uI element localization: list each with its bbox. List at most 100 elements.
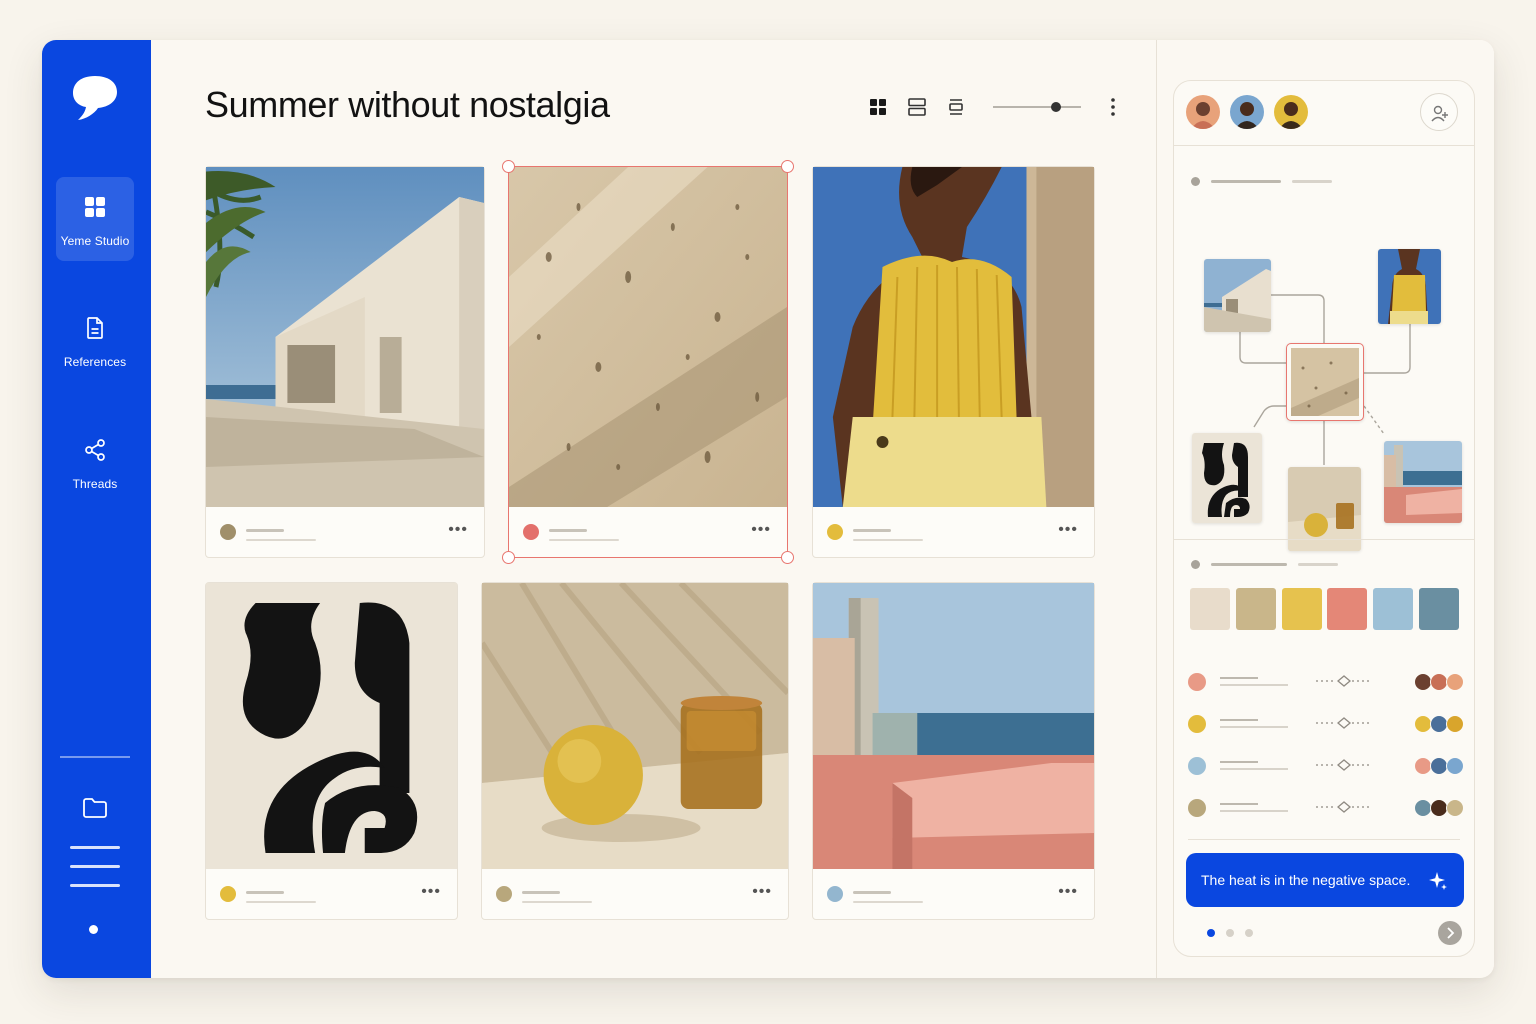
- add-collaborator-button[interactable]: [1420, 93, 1458, 131]
- moodboard-card[interactable]: •••: [205, 166, 485, 558]
- palette-swatch[interactable]: [1282, 588, 1322, 630]
- card-more-button[interactable]: •••: [421, 884, 441, 900]
- section-dot: [1191, 177, 1200, 186]
- color-tag[interactable]: [827, 524, 843, 540]
- status-dot: [89, 925, 98, 934]
- card-image-coastal: [813, 583, 1094, 869]
- color-thread-row[interactable]: [1188, 669, 1468, 693]
- collaborator-avatar[interactable]: [1230, 95, 1264, 129]
- card-footer: •••: [206, 869, 457, 919]
- sparkle-icon: [1429, 872, 1447, 890]
- palette-swatch[interactable]: [1327, 588, 1367, 630]
- resize-handle[interactable]: [502, 160, 515, 173]
- card-image-architecture: [206, 167, 484, 507]
- menu-icon[interactable]: [70, 846, 120, 890]
- card-image-still-life: [482, 583, 788, 869]
- color-tag[interactable]: [523, 524, 539, 540]
- sidebar-item-threads[interactable]: Threads: [56, 420, 134, 504]
- thread-avatar: [1446, 673, 1464, 691]
- grid-icon: [85, 197, 105, 217]
- palette-swatch[interactable]: [1190, 588, 1230, 630]
- pager-dot-active[interactable]: [1207, 929, 1215, 937]
- palette-swatch[interactable]: [1236, 588, 1276, 630]
- moodboard-card[interactable]: •••: [481, 582, 789, 920]
- card-more-button[interactable]: •••: [448, 522, 468, 538]
- card-image-abstract-shapes: [206, 583, 457, 869]
- collaborator-avatar[interactable]: [1186, 95, 1220, 129]
- app-logo-icon[interactable]: [72, 74, 118, 122]
- graph-node-coastal[interactable]: [1384, 441, 1462, 523]
- add-user-icon: [1431, 105, 1448, 122]
- next-button[interactable]: [1438, 921, 1462, 945]
- card-more-button[interactable]: •••: [751, 522, 771, 538]
- resize-handle[interactable]: [781, 160, 794, 173]
- thread-avatar: [1446, 757, 1464, 775]
- card-footer: •••: [813, 507, 1094, 557]
- color-palette: [1190, 588, 1462, 630]
- pager-dot[interactable]: [1226, 929, 1234, 937]
- main-canvas: Summer without nostalgia ••• ••• ••• •••…: [151, 40, 1155, 978]
- color-tag[interactable]: [220, 524, 236, 540]
- moodboard-card[interactable]: •••: [205, 582, 458, 920]
- thread-color-dot: [1188, 799, 1206, 817]
- color-tag[interactable]: [220, 886, 236, 902]
- card-footer: •••: [482, 869, 788, 919]
- thread-color-dot: [1188, 757, 1206, 775]
- sidebar-item-yeme-studio[interactable]: Yeme Studio: [56, 177, 134, 261]
- insight-card-button[interactable]: The heat is in the negative space.: [1186, 853, 1464, 907]
- graph-node-abstract-shapes[interactable]: [1192, 433, 1262, 523]
- document-icon: [87, 317, 103, 339]
- chevron-right-icon: [1447, 927, 1455, 939]
- sidebar-item-label: References: [63, 355, 127, 369]
- moodboard-card-selected[interactable]: •••: [502, 160, 794, 564]
- link-icon[interactable]: [1316, 757, 1372, 773]
- graph-node-portrait[interactable]: [1378, 249, 1441, 324]
- moodboard-card[interactable]: •••: [812, 166, 1095, 558]
- folder-icon[interactable]: [82, 796, 108, 820]
- thread-color-dot: [1188, 715, 1206, 733]
- app-window: Yeme Studio References Threads Summer wi…: [42, 40, 1494, 978]
- collaborator-avatar[interactable]: [1274, 95, 1308, 129]
- color-tag[interactable]: [496, 886, 512, 902]
- view-toolbar: [855, 96, 1155, 118]
- sidebar-divider: [60, 756, 130, 758]
- resize-handle[interactable]: [502, 551, 515, 564]
- resize-handle[interactable]: [781, 551, 794, 564]
- sidebar-item-label: Threads: [72, 477, 118, 491]
- zoom-slider[interactable]: [993, 106, 1081, 108]
- compact-view-icon[interactable]: [945, 96, 967, 118]
- pager-dot[interactable]: [1245, 929, 1253, 937]
- inspector-card: The heat is in the negative space.: [1173, 80, 1475, 957]
- card-footer: •••: [206, 507, 484, 557]
- card-more-button[interactable]: •••: [1058, 522, 1078, 538]
- more-options-icon[interactable]: [1110, 97, 1116, 117]
- graph-node-architecture[interactable]: [1204, 259, 1271, 332]
- card-footer: •••: [509, 507, 787, 557]
- moodboard-card[interactable]: •••: [812, 582, 1095, 920]
- color-thread-row[interactable]: [1188, 795, 1468, 819]
- graph-node-travertine-selected[interactable]: [1286, 343, 1364, 421]
- link-icon[interactable]: [1316, 715, 1372, 731]
- link-icon[interactable]: [1316, 673, 1372, 689]
- page-title: Summer without nostalgia: [205, 84, 610, 125]
- sidebar: Yeme Studio References Threads: [42, 40, 151, 978]
- section-dot: [1191, 560, 1200, 569]
- share-icon: [85, 439, 105, 461]
- card-image-portrait: [813, 167, 1094, 507]
- sidebar-item-label: Yeme Studio: [60, 234, 130, 248]
- grid-view-icon[interactable]: [867, 96, 889, 118]
- thread-avatar: [1446, 715, 1464, 733]
- thread-avatar: [1446, 799, 1464, 817]
- palette-swatch[interactable]: [1373, 588, 1413, 630]
- color-tag[interactable]: [827, 886, 843, 902]
- link-icon[interactable]: [1316, 799, 1372, 815]
- sidebar-item-references[interactable]: References: [56, 298, 134, 382]
- card-more-button[interactable]: •••: [1058, 884, 1078, 900]
- palette-swatch[interactable]: [1419, 588, 1459, 630]
- color-thread-row[interactable]: [1188, 753, 1468, 777]
- right-panel: The heat is in the negative space.: [1156, 40, 1494, 978]
- color-thread-row[interactable]: [1188, 711, 1468, 735]
- rows-view-icon[interactable]: [906, 96, 928, 118]
- card-more-button[interactable]: •••: [752, 884, 772, 900]
- zoom-slider-handle[interactable]: [1051, 102, 1061, 112]
